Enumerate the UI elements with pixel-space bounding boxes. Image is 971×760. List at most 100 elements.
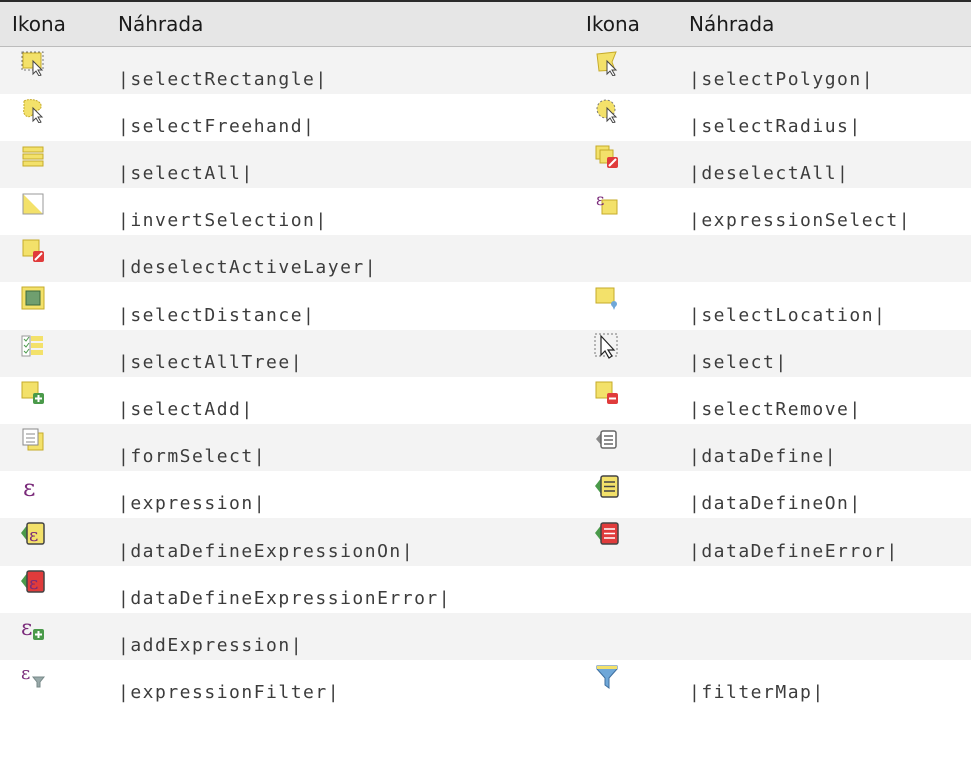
header-icon-right: Ikona	[574, 0, 679, 47]
svg-text:ε: ε	[29, 573, 38, 594]
substitution-table: Ikona Náhrada Ikona Náhrada |selectRecta…	[0, 0, 971, 708]
table-header-row: Ikona Náhrada Ikona Náhrada	[0, 0, 971, 47]
left-icon-cell: ε	[0, 471, 108, 519]
table-row: |selectAll| |deselectAll|	[0, 140, 971, 189]
right-icon-cell	[574, 93, 679, 141]
table-row: ε |expression| |dataDefineOn|	[0, 471, 971, 519]
left-substitution: |dataDefineExpressionOn|	[108, 518, 574, 566]
add-expression-icon: ε	[20, 616, 46, 642]
table-row: ε |addExpression|	[0, 612, 971, 660]
right-icon-cell	[574, 376, 679, 424]
header-sub-left: Náhrada	[108, 0, 574, 47]
svg-text:ε: ε	[29, 525, 38, 546]
left-substitution: |selectFreehand|	[108, 93, 574, 141]
table-row: |formSelect| |dataDefine|	[0, 424, 971, 472]
right-substitution: |selectLocation|	[679, 282, 971, 330]
left-icon-cell	[0, 188, 108, 236]
right-substitution	[679, 565, 971, 613]
left-icon-cell	[0, 376, 108, 424]
left-icon-cell	[0, 329, 108, 377]
left-icon-cell: ε	[0, 518, 108, 566]
right-substitution: |dataDefineOn|	[679, 471, 971, 519]
deselect-active-layer-icon	[20, 238, 46, 264]
right-substitution	[679, 235, 971, 283]
right-substitution: |dataDefine|	[679, 424, 971, 472]
left-icon-cell	[0, 424, 108, 472]
right-substitution: |selectPolygon|	[679, 46, 971, 94]
select-location-icon	[594, 285, 620, 311]
deselect-all-icon	[594, 144, 620, 170]
right-icon-cell	[574, 612, 679, 660]
form-select-icon	[20, 427, 46, 453]
select-freehand-icon	[20, 97, 46, 123]
data-define-icon	[594, 427, 620, 453]
left-substitution: |expressionFilter|	[108, 659, 574, 708]
select-polygon-icon	[594, 50, 620, 76]
header-icon-left: Ikona	[0, 0, 108, 47]
left-substitution: |invertSelection|	[108, 188, 574, 236]
left-icon-cell: ε	[0, 565, 108, 613]
table-row: |selectFreehand| |selectRadius|	[0, 93, 971, 141]
right-substitution: |selectRadius|	[679, 93, 971, 141]
left-icon-cell: ε	[0, 612, 108, 660]
right-substitution: |dataDefineError|	[679, 518, 971, 566]
right-icon-cell	[574, 282, 679, 330]
data-define-expression-on-icon: ε	[20, 521, 46, 547]
select-all-icon	[20, 144, 46, 170]
right-icon-cell	[574, 46, 679, 94]
table-row: |selectRectangle| |selectPolygon|	[0, 46, 971, 94]
table-row: |deselectActiveLayer|	[0, 235, 971, 283]
data-define-error-icon	[594, 521, 620, 547]
table-row: |selectAdd| |selectRemove|	[0, 376, 971, 424]
select-distance-icon	[20, 285, 46, 311]
svg-text:ε: ε	[21, 616, 32, 641]
left-icon-cell: ε	[0, 659, 108, 708]
data-define-on-icon	[594, 474, 620, 500]
select-radius-icon	[594, 97, 620, 123]
table-row: |invertSelection| ε |expressionSelect|	[0, 188, 971, 236]
expression-icon: ε	[20, 474, 46, 500]
left-substitution: |selectAllTree|	[108, 329, 574, 377]
select-remove-icon	[594, 380, 620, 406]
left-substitution: |formSelect|	[108, 424, 574, 472]
table-row: ε |dataDefineExpressionOn| |dataDefineErro…	[0, 518, 971, 566]
left-substitution: |selectDistance|	[108, 282, 574, 330]
table-row: ε |expressionFilter| |filterMap|	[0, 659, 971, 708]
table-row: |selectDistance| |selectLocation|	[0, 282, 971, 330]
right-substitution: |expressionSelect|	[679, 188, 971, 236]
left-icon-cell	[0, 46, 108, 94]
right-icon-cell: ε	[574, 188, 679, 236]
left-icon-cell	[0, 235, 108, 283]
table-row: |selectAllTree| |select|	[0, 329, 971, 377]
data-define-expression-error-icon: ε	[20, 569, 46, 595]
left-substitution: |dataDefineExpressionError|	[108, 565, 574, 613]
right-substitution: |filterMap|	[679, 659, 971, 708]
right-icon-cell	[574, 235, 679, 283]
left-substitution: |addExpression|	[108, 612, 574, 660]
right-icon-cell	[574, 471, 679, 519]
select-all-tree-icon	[20, 333, 46, 359]
left-icon-cell	[0, 93, 108, 141]
expression-filter-icon: ε	[20, 663, 46, 689]
left-substitution: |selectAdd|	[108, 376, 574, 424]
left-substitution: |expression|	[108, 471, 574, 519]
right-substitution	[679, 612, 971, 660]
right-icon-cell	[574, 140, 679, 189]
table-row: ε |dataDefineExpressionError|	[0, 565, 971, 613]
right-icon-cell	[574, 518, 679, 566]
left-icon-cell	[0, 140, 108, 189]
select-rectangle-icon	[20, 50, 46, 76]
right-icon-cell	[574, 329, 679, 377]
svg-text:ε: ε	[21, 663, 30, 684]
left-substitution: |selectRectangle|	[108, 46, 574, 94]
expression-select-icon: ε	[594, 191, 620, 217]
left-substitution: |selectAll|	[108, 140, 574, 189]
right-substitution: |selectRemove|	[679, 376, 971, 424]
invert-selection-icon	[20, 191, 46, 217]
svg-text:ε: ε	[23, 474, 35, 500]
right-icon-cell	[574, 565, 679, 613]
select-cursor-icon	[594, 333, 620, 359]
filter-map-icon	[594, 663, 620, 689]
right-icon-cell	[574, 659, 679, 708]
svg-text:ε: ε	[596, 191, 604, 209]
